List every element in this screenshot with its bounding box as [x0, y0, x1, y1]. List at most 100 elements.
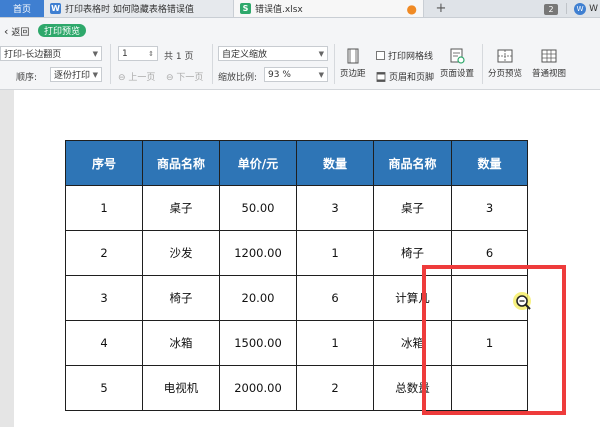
table-cell: 椅子 [142, 275, 220, 321]
table-cell: 5 [65, 365, 143, 411]
chevron-down-icon: ▼ [92, 49, 98, 58]
normal-view-label: 普通视图 [532, 69, 567, 79]
tab-document[interactable]: W 打印表格时 如何隐藏表格错误值 [44, 0, 234, 17]
next-page-button[interactable]: ⊖ 下一页 [166, 70, 203, 83]
table-cell: 3 [451, 185, 528, 231]
table-cell: 2000.00 [219, 365, 297, 411]
zoom-value: 93 % [268, 69, 291, 80]
table-cell: 沙发 [142, 230, 220, 276]
prev-page-button[interactable]: ⊖ 上一页 [118, 70, 155, 83]
zoom-select[interactable]: 93 % ▼ [264, 67, 328, 82]
print-gridlines-label: 打印网格线 [388, 52, 434, 62]
table-header-row: 序号 商品名称 单价/元 数量 商品名称 数量 [65, 140, 528, 186]
table-cell: 1 [65, 185, 143, 231]
margins-button[interactable]: 页边距 [340, 48, 366, 79]
page-margins-icon [347, 48, 359, 64]
tab-bar: 首页 W 打印表格时 如何隐藏表格错误值 S 错误值.xlsx ● + 2 W … [0, 0, 600, 18]
page-break-preview-icon [497, 49, 513, 63]
spreadsheet-icon: S [240, 3, 251, 14]
page-break-preview-button[interactable]: 分页预览 [488, 48, 522, 79]
page-break-preview-label: 分页预览 [488, 69, 523, 79]
tab-spreadsheet-label: 错误值.xlsx [255, 5, 303, 15]
table-cell: 2 [65, 230, 143, 276]
user-label: W [589, 3, 598, 14]
toolbar-divider [334, 44, 335, 84]
column-header: 单价/元 [219, 140, 297, 186]
back-button[interactable]: ‹ 返回 [4, 25, 29, 38]
preview-workspace[interactable]: 序号 商品名称 单价/元 数量 商品名称 数量 1 桌子 50.00 3 桌子 … [0, 90, 600, 427]
normal-view-button[interactable]: 普通视图 [532, 48, 566, 79]
tab-spreadsheet[interactable]: S 错误值.xlsx ● [234, 0, 424, 17]
chevron-down-icon: ▼ [92, 70, 98, 79]
magnifier-cursor-icon [513, 292, 531, 310]
table-cell: 2 [296, 365, 374, 411]
page-number-stepper[interactable]: 1 ⇕ [118, 46, 158, 61]
column-header: 商品名称 [373, 140, 452, 186]
scale-mode-select[interactable]: 自定义缩放 ▼ [218, 46, 328, 61]
stepper-arrows-icon: ⇕ [148, 49, 154, 58]
header-footer-label: 页眉和页脚 [389, 73, 435, 83]
window-count-badge[interactable]: 2 [544, 4, 559, 15]
table-cell: 50.00 [219, 185, 297, 231]
highlight-box [422, 265, 566, 415]
order-value: 逐份打印 [54, 71, 91, 81]
user-avatar-icon[interactable]: W [574, 3, 587, 15]
table-cell: 3 [65, 275, 143, 321]
order-label: 顺序: [16, 73, 38, 83]
table-cell: 4 [65, 320, 143, 366]
table-cell: 桌子 [373, 185, 452, 231]
page-setup-icon [450, 48, 465, 64]
orientation-value: 打印-长边翻页 [4, 50, 62, 60]
column-header: 数量 [296, 140, 374, 186]
print-preview-toolbar: ‹ 返回 打印预览 打印-长边翻页 ▼ 顺序: 逐份打印 ▼ 1 ⇕ 共 1 页… [0, 18, 600, 90]
table-cell: 1500.00 [219, 320, 297, 366]
normal-view-grid-icon [541, 49, 557, 63]
print-gridlines-checkbox[interactable]: 打印网格线 [376, 49, 433, 62]
table-cell: 3 [296, 185, 374, 231]
tab-bar-spacer [458, 0, 540, 17]
plus-icon: + [435, 1, 447, 16]
total-pages-label: 共 1 页 [164, 52, 194, 62]
table-cell: 冰箱 [142, 320, 220, 366]
order-select[interactable]: 逐份打印 ▼ [50, 67, 102, 82]
new-tab-button[interactable]: + [424, 0, 458, 17]
tab-home[interactable]: 首页 [0, 0, 44, 17]
chevron-down-icon: ▼ [318, 70, 324, 79]
table-cell: 1200.00 [219, 230, 297, 276]
table-cell: 20.00 [219, 275, 297, 321]
chevron-left-icon: ‹ [4, 25, 9, 38]
next-page-label: 下一页 [176, 73, 204, 83]
orientation-select[interactable]: 打印-长边翻页 ▼ [0, 46, 102, 61]
back-label: 返回 [11, 28, 30, 38]
writer-doc-icon: W [50, 3, 61, 14]
page-setup-label: 页面设置 [440, 69, 475, 79]
zoom-label: 缩放比例: [218, 73, 258, 83]
prev-page-label: 上一页 [128, 73, 156, 83]
column-header: 序号 [65, 140, 143, 186]
chevron-down-icon: ▼ [318, 49, 324, 58]
scale-mode-value: 自定义缩放 [222, 50, 268, 60]
toolbar-divider [110, 44, 111, 84]
table-cell: 1 [296, 320, 374, 366]
column-header: 商品名称 [142, 140, 220, 186]
toolbar-divider [482, 44, 483, 84]
circle-left-icon: ⊖ [118, 73, 126, 83]
tab-bar-divider [566, 3, 568, 14]
tab-document-label: 打印表格时 如何隐藏表格错误值 [65, 5, 194, 15]
toolbar-divider [212, 44, 213, 84]
page-number-value: 1 [122, 48, 128, 59]
table-cell: 桌子 [142, 185, 220, 231]
tab-home-label: 首页 [12, 5, 31, 15]
header-footer-icon [376, 71, 386, 82]
table-row: 1 桌子 50.00 3 桌子 3 [65, 185, 528, 231]
table-cell: 电视机 [142, 365, 220, 411]
header-footer-button[interactable]: 页眉和页脚 [376, 70, 434, 83]
checkbox-box [376, 51, 385, 60]
unsaved-dot-icon: ● [406, 1, 417, 16]
column-header: 数量 [451, 140, 528, 186]
table-cell: 6 [296, 275, 374, 321]
print-preview-badge: 打印预览 [38, 24, 87, 37]
page-setup-button[interactable]: 页面设置 [440, 48, 474, 79]
circle-right-icon: ⊖ [166, 73, 174, 83]
table-cell: 1 [296, 230, 374, 276]
